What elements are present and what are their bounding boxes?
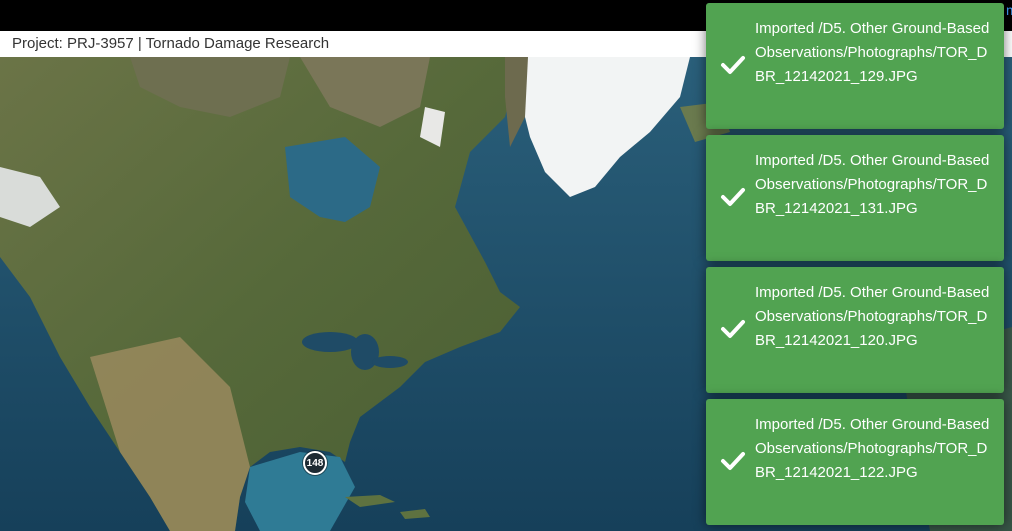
project-title: Project: PRJ-3957 | Tornado Damage Resea… [12,35,330,52]
toast-message: Imported /D5. Other Ground-Based Observa… [755,416,990,481]
toast-notification[interactable]: Imported /D5. Other Ground-Based Observa… [706,3,1004,129]
toast-notification[interactable]: Imported /D5. Other Ground-Based Observa… [706,135,1004,261]
navbar-edge-link[interactable]: m [1006,2,1012,20]
check-icon [721,320,745,338]
toast-message: Imported /D5. Other Ground-Based Observa… [755,20,990,85]
check-icon [721,56,745,74]
toast-container: Imported /D5. Other Ground-Based Observa… [706,3,1006,531]
toast-message: Imported /D5. Other Ground-Based Observa… [755,152,990,217]
check-icon [721,188,745,206]
check-icon [721,452,745,470]
toast-message: Imported /D5. Other Ground-Based Observa… [755,284,990,349]
map-cluster-marker[interactable]: 148 [303,451,327,475]
toast-notification[interactable]: Imported /D5. Other Ground-Based Observa… [706,399,1004,525]
toast-notification[interactable]: Imported /D5. Other Ground-Based Observa… [706,267,1004,393]
great-lakes [302,332,358,352]
